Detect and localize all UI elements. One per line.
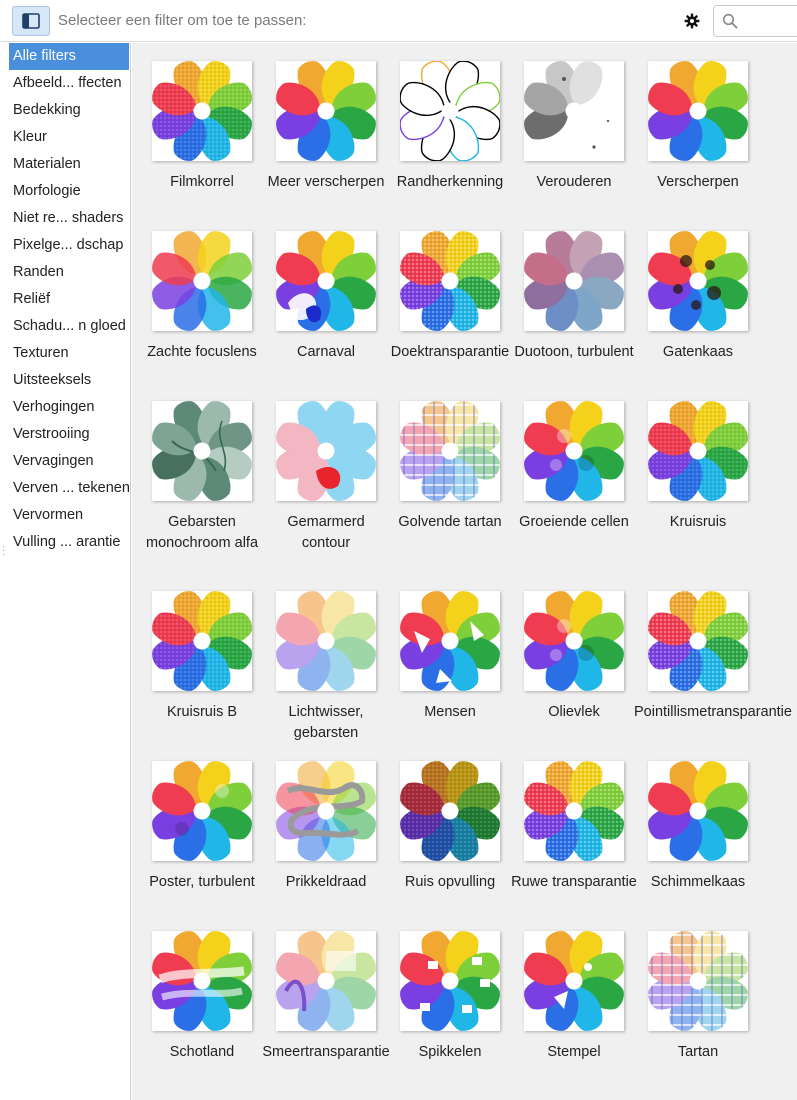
- sidebar-item[interactable]: Schadu... n gloed: [9, 313, 129, 340]
- filter-preview-thumbnail[interactable]: [276, 61, 376, 161]
- filter-label: Verouderen: [536, 174, 612, 190]
- filter-preview-thumbnail[interactable]: [276, 231, 376, 331]
- sidebar-item[interactable]: Vervormen: [9, 502, 129, 529]
- sidebar-item[interactable]: Reliëf: [9, 286, 129, 313]
- sidebar-item[interactable]: Verhogingen: [9, 394, 129, 421]
- filter-label: Stempel: [547, 1044, 601, 1060]
- sidebar-item[interactable]: Afbeeld... ffecten: [9, 70, 129, 97]
- filter-label: Prikkeldraad: [285, 874, 367, 890]
- toolbar: Selecteer een filter om toe te passen:: [0, 0, 797, 42]
- filter-label: Gatenkaas: [662, 344, 734, 360]
- sidebar-item[interactable]: Pixelge... dschap: [9, 232, 129, 259]
- filter-label: Zachte focuslens: [147, 344, 257, 360]
- sidebar-toggle-icon: [22, 13, 40, 29]
- sidebar-item[interactable]: Verstrooiing: [9, 421, 129, 448]
- sidebar-item[interactable]: Morfologie: [9, 178, 129, 205]
- category-list: Alle filters Afbeeld... ffecten Bedekking K…: [9, 43, 129, 556]
- filter-label: Golvende tartan: [398, 514, 502, 530]
- filter-label: Gemarmerd contour: [287, 514, 365, 551]
- search-icon: [722, 13, 738, 29]
- sidebar-toggle-button[interactable]: [12, 6, 50, 36]
- filter-label: Mensen: [424, 704, 476, 720]
- filter-label: Kruisruis B: [166, 704, 238, 720]
- sidebar-item[interactable]: Randen: [9, 259, 129, 286]
- sidebar-item[interactable]: Niet re... shaders: [9, 205, 129, 232]
- filter-grid: Filmkorrel Meer verscherpen Randherkenning…: [132, 43, 797, 1100]
- filter-label: Schotland: [169, 1044, 235, 1060]
- filter-preview-thumbnail[interactable]: [524, 931, 624, 1031]
- filter-preview-thumbnail[interactable]: [524, 401, 624, 501]
- filter-preview-thumbnail[interactable]: [400, 931, 500, 1031]
- filter-label: Schimmelkaas: [650, 874, 746, 890]
- filter-preview-thumbnail[interactable]: [400, 761, 500, 861]
- sidebar-resize-handle[interactable]: · · ·: [0, 43, 8, 1100]
- filter-label: Pointillismetransparantie: [634, 704, 792, 720]
- sidebar-item[interactable]: Vulling ... arantie: [9, 529, 129, 556]
- sidebar-item[interactable]: Verven ... tekenen: [9, 475, 129, 502]
- filter-preview-thumbnail[interactable]: [276, 761, 376, 861]
- filter-preview-thumbnail[interactable]: [152, 761, 252, 861]
- filter-label: Verscherpen: [657, 174, 739, 190]
- filter-preview-thumbnail[interactable]: [400, 591, 500, 691]
- filter-label: Poster, turbulent: [149, 874, 255, 890]
- filter-preview-thumbnail[interactable]: [400, 401, 500, 501]
- filter-label: Spikkelen: [418, 1044, 482, 1060]
- filter-preview-thumbnail[interactable]: [648, 591, 748, 691]
- filter-label: Ruis opvulling: [404, 874, 496, 890]
- sidebar-item[interactable]: Vervagingen: [9, 448, 129, 475]
- filter-label: Lichtwisser, gebarsten: [288, 704, 364, 741]
- filter-label: Doektransparantie: [390, 344, 510, 360]
- sidebar-item[interactable]: Kleur: [9, 124, 129, 151]
- sidebar-item[interactable]: Texturen: [9, 340, 129, 367]
- filter-label: Smeertransparantie: [262, 1044, 390, 1060]
- filter-preview-thumbnail[interactable]: [524, 231, 624, 331]
- filter-preview-thumbnail[interactable]: [276, 401, 376, 501]
- gear-icon[interactable]: [683, 12, 701, 30]
- filter-label: Ruwe transparantie: [511, 874, 637, 890]
- filter-label: Meer verscherpen: [267, 174, 385, 190]
- filter-preview-thumbnail[interactable]: [276, 931, 376, 1031]
- filter-preview-thumbnail[interactable]: [152, 931, 252, 1031]
- filter-prompt: Selecteer een filter om toe te passen:: [58, 12, 307, 29]
- filter-preview-thumbnail[interactable]: [152, 401, 252, 501]
- sidebar-item[interactable]: Materialen: [9, 151, 129, 178]
- sidebar-item[interactable]: Bedekking: [9, 97, 129, 124]
- filter-preview-thumbnail[interactable]: [152, 231, 252, 331]
- grip-icon: · · ·: [2, 541, 6, 560]
- filter-label: Filmkorrel: [170, 174, 234, 190]
- filter-label: Gebarsten monochroom alfa: [145, 514, 259, 551]
- filter-preview-thumbnail[interactable]: [648, 401, 748, 501]
- sidebar-item[interactable]: Uitsteeksels: [9, 367, 129, 394]
- filter-preview-thumbnail[interactable]: [400, 61, 500, 161]
- filter-label: Duotoon, turbulent: [514, 344, 634, 360]
- filter-label: Groeiende cellen: [519, 514, 629, 530]
- filter-preview-thumbnail[interactable]: [276, 591, 376, 691]
- filter-preview-thumbnail[interactable]: [648, 61, 748, 161]
- sidebar-item[interactable]: Alle filters: [9, 43, 129, 70]
- filter-label: Randherkenning: [396, 174, 504, 190]
- filter-preview-thumbnail[interactable]: [524, 761, 624, 861]
- filter-label: Tartan: [677, 1044, 719, 1060]
- search-input[interactable]: [744, 10, 797, 32]
- filter-preview-thumbnail[interactable]: [400, 231, 500, 331]
- filter-preview-thumbnail[interactable]: [648, 761, 748, 861]
- category-sidebar: · · · Alle filters Afbeeld... ffecten Bedekk…: [0, 43, 131, 1100]
- search-field[interactable]: [713, 5, 797, 37]
- filter-preview-thumbnail[interactable]: [152, 591, 252, 691]
- filter-preview-thumbnail[interactable]: [152, 61, 252, 161]
- filter-preview-thumbnail[interactable]: [524, 591, 624, 691]
- filter-label: Carnaval: [296, 344, 356, 360]
- filter-preview-thumbnail[interactable]: [524, 61, 624, 161]
- filter-label: Olievlek: [548, 704, 600, 720]
- filter-preview-thumbnail[interactable]: [648, 231, 748, 331]
- filter-label: Kruisruis: [669, 514, 727, 530]
- filter-preview-thumbnail[interactable]: [648, 931, 748, 1031]
